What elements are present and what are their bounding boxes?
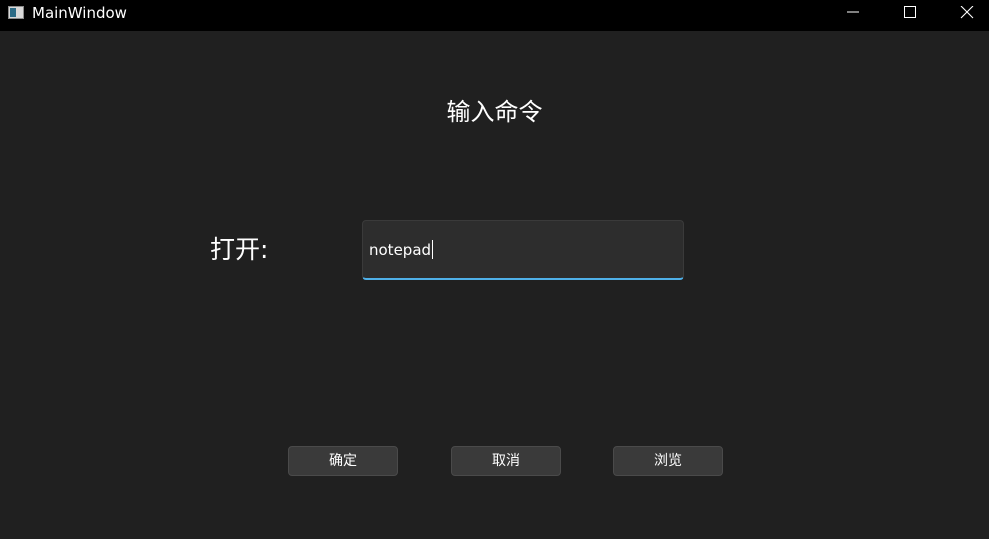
ok-button[interactable]: 确定 bbox=[288, 446, 398, 476]
command-input[interactable]: notepad bbox=[362, 220, 684, 280]
close-button[interactable] bbox=[943, 0, 989, 31]
minimize-icon bbox=[847, 11, 859, 13]
open-label: 打开: bbox=[210, 235, 269, 264]
title-bar[interactable]: MainWindow bbox=[0, 0, 989, 31]
page-title: 输入命令 bbox=[446, 98, 543, 126]
close-icon bbox=[960, 6, 974, 19]
window-title: MainWindow bbox=[32, 4, 127, 22]
command-input-value[interactable]: notepad bbox=[369, 241, 431, 259]
browse-button[interactable]: 浏览 bbox=[613, 446, 723, 476]
app-icon bbox=[8, 6, 24, 19]
maximize-icon bbox=[904, 6, 916, 18]
text-caret bbox=[432, 240, 433, 259]
minimize-button[interactable] bbox=[829, 0, 875, 31]
main-window: MainWindow 输入命令 打开: notepad 确定 取消 浏览 bbox=[0, 0, 989, 539]
cancel-button[interactable]: 取消 bbox=[451, 446, 561, 476]
maximize-button[interactable] bbox=[886, 0, 932, 31]
